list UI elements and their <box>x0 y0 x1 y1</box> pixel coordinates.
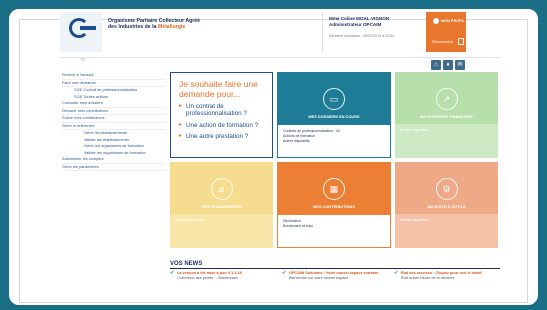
logo-bar <box>80 26 96 30</box>
profile-panel: MON PROFIL Déconnexion <box>426 12 466 52</box>
news-item-head[interactable]: ✔ OPCAIM Solutions : Votre nouvel espace … <box>282 271 388 276</box>
tile-contributions[interactable]: ▦ MES CONTRIBUTIONS Déclaration Borderea… <box>277 162 391 248</box>
paperclip-icon: ⌀ <box>210 178 233 200</box>
calculator-icon: ▦ <box>323 178 345 200</box>
news-title: VOS NEWS <box>170 261 500 269</box>
tile-synthese-line: Bientôt disponible... <box>400 128 431 132</box>
last-connection: Dernière connexion : 05/02/2015 à 23:54 <box>329 34 395 38</box>
news-item[interactable]: ✔ La version a été mise à jour V.1.1.18 C… <box>170 271 276 281</box>
tile-outils-line: Bientôt disponible... <box>400 218 431 222</box>
tools-icon: ⚙ <box>435 178 458 200</box>
sidebar-item-referentiel[interactable]: Gérer le référentiel <box>62 123 166 130</box>
check-icon: ✔ <box>282 270 287 276</box>
tile-financements-body: Bientôt disponible... <box>170 214 273 248</box>
org-name-line2: des Industries de la Métallurgie <box>108 24 248 30</box>
tile-synthese[interactable]: ↗ MA SYNTHÈSE FINANCIÈRE Bientôt disponi… <box>395 72 498 158</box>
opcaim-logo[interactable] <box>60 12 102 52</box>
callout-title: Je souhaite faire une demande pour... <box>179 79 258 99</box>
mail-icon[interactable]: ✉ <box>455 60 465 70</box>
header-divider <box>60 57 500 58</box>
tile-contributions-label: MES CONTRIBUTIONS <box>313 204 355 209</box>
user-box: Mme Coline MOAL-VIGNON Administrateur OP… <box>322 12 418 52</box>
sidebar-item-settings[interactable]: Gérer les paramètres <box>62 164 166 171</box>
user-icon <box>433 18 439 24</box>
tile-financements-label: MES FINANCEMENTS <box>201 204 242 209</box>
news-section: VOS NEWS ✔ La version a été mise à jour V… <box>170 261 500 281</box>
logout-button[interactable]: Déconnexion <box>432 40 453 44</box>
callout-link-action[interactable]: Une action de formation ? <box>179 122 264 130</box>
sidebar-item-declare-contrib[interactable]: Déclarer mes contributions <box>62 108 166 115</box>
sidebar-item-dossiers[interactable]: Consulter mes dossiers <box>62 100 166 108</box>
tile-outils[interactable]: ⚙ MA BOITE À OUTILS Bientôt disponible..… <box>395 162 498 248</box>
tile-synthese-label: MA SYNTHÈSE FINANCIÈRE <box>420 114 473 119</box>
sidebar-item-home[interactable]: Revenir à l'accueil <box>62 72 166 80</box>
callout-link-other[interactable]: Une autre prestation ? <box>179 133 264 141</box>
tile-contributions-line[interactable]: Bordereaux et suivi <box>283 224 385 229</box>
tile-dossiers-body: Contrats de professionnalisation : 42 Ac… <box>277 124 391 158</box>
sidebar-item-accounts[interactable]: Administrer les comptes <box>62 156 166 164</box>
tile-contributions-body: Déclaration Bordereaux et suivi <box>277 214 391 248</box>
news-item[interactable]: ✔ État des services : Cliquez pour voir l… <box>394 271 500 281</box>
tile-outils-label: MA BOITE À OUTILS <box>427 204 466 209</box>
check-icon: ✔ <box>394 270 399 276</box>
header: Organisme Paritaire Collecteur Agréé des… <box>60 12 500 56</box>
chart-line-icon: ↗ <box>435 88 458 110</box>
news-list: ✔ La version a été mise à jour V.1.1.18 C… <box>170 271 500 281</box>
header-chevron <box>78 57 88 62</box>
tile-dossiers-line[interactable]: Autres dispositifs <box>283 139 385 144</box>
logout-icon[interactable] <box>458 38 464 45</box>
news-item-head-text: État des services : Cliquez pour voir le… <box>401 271 482 275</box>
news-item-head[interactable]: ✔ La version a été mise à jour V.1.1.18 <box>170 271 276 276</box>
news-item-head[interactable]: ✔ État des services : Cliquez pour voir l… <box>394 271 500 276</box>
news-item[interactable]: ✔ OPCAIM Solutions : Votre nouvel espace … <box>282 271 388 281</box>
news-item-head-text: OPCAIM Solutions : Votre nouvel espace e… <box>289 271 379 275</box>
home-icon[interactable]: ⌂ <box>431 60 441 70</box>
profile-button[interactable]: MON PROFIL <box>441 19 465 23</box>
tile-outils-body: Bientôt disponible... <box>395 214 498 248</box>
news-item-text: Bienvenue sur votre nouvel espace <box>289 275 349 280</box>
request-callout: Je souhaite faire une demande pour... Un… <box>170 72 273 158</box>
org-name: Organisme Paritaire Collecteur Agréé des… <box>108 18 248 30</box>
sidebar-item-new-request[interactable]: Faire une demande <box>62 80 166 87</box>
news-item-head-text: La version a été mise à jour V.1.1.18 <box>177 271 242 275</box>
quick-icons: ⌂ ♦ ✉ <box>431 60 465 70</box>
news-item-text: État actuel Heure de la dernière <box>401 275 455 280</box>
sidebar: Revenir à l'accueil Faire une demande SG… <box>62 72 166 171</box>
tile-financements[interactable]: ⌀ MES FINANCEMENTS Bientôt disponible... <box>170 162 273 248</box>
tile-synthese-body: Bientôt disponible... <box>395 124 498 158</box>
news-item-text: Correction des points : - Bordereaux <box>177 275 238 280</box>
folder-icon: ▭ <box>323 88 345 110</box>
sidebar-item-follow-contrib[interactable]: Suivre mes contributions <box>62 115 166 123</box>
org-name-accent: Métallurgie <box>157 24 186 30</box>
user-role: Administrateur OPCAIM <box>329 22 382 27</box>
bell-icon[interactable]: ♦ <box>443 60 453 70</box>
tile-financements-line: Bientôt disponible... <box>175 218 206 222</box>
tile-dossiers[interactable]: ▭ MES DOSSIERS EN COURS Contrats de prof… <box>277 72 391 158</box>
tile-dossiers-label: MES DOSSIERS EN COURS <box>308 114 360 119</box>
check-icon: ✔ <box>170 270 175 276</box>
callout-link-contrat[interactable]: Un contrat de professionnalisation ? <box>179 103 264 118</box>
org-name-line2-prefix: des Industries de la <box>108 24 158 30</box>
